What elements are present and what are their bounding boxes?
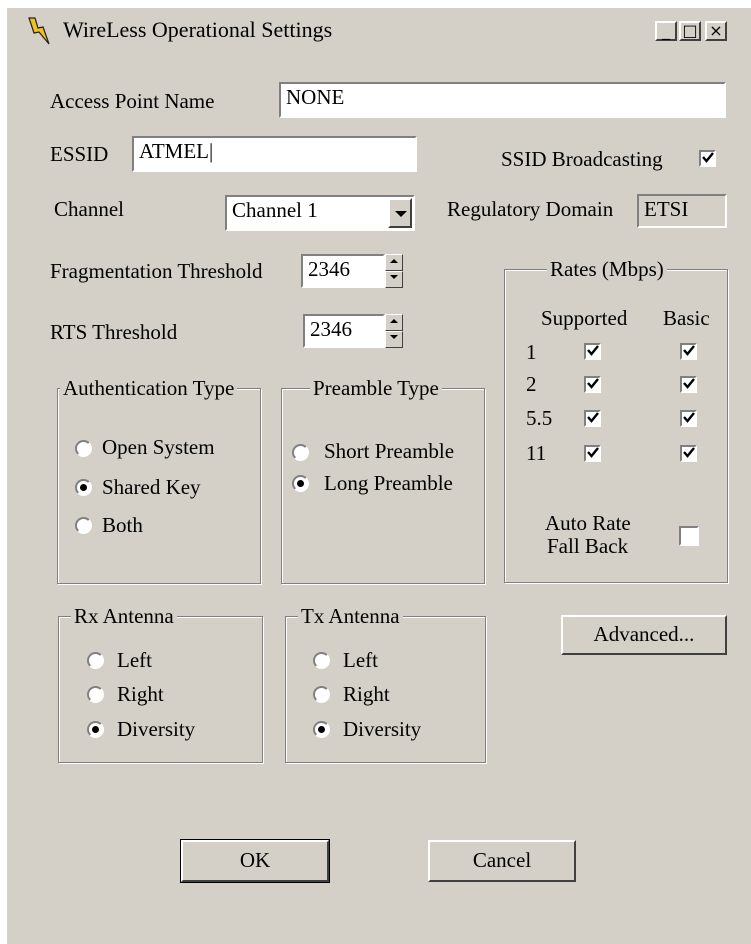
minimize-button[interactable]: _ xyxy=(655,21,677,41)
fragmentation-spin-up[interactable] xyxy=(385,254,403,271)
auth-option-label: Both xyxy=(102,513,143,537)
preamble-type-title: Preamble Type xyxy=(310,376,442,401)
checkmark-icon xyxy=(683,345,695,356)
lightning-icon xyxy=(28,17,50,45)
rts-spin-down[interactable] xyxy=(385,331,403,348)
rate-5-5-supported-checkbox[interactable] xyxy=(584,410,601,427)
rx-antenna-title: Rx Antenna xyxy=(71,604,177,629)
rate-2-basic-checkbox[interactable] xyxy=(680,376,697,393)
tx-option-label: Right xyxy=(343,682,390,706)
auth-option-label: Open System xyxy=(102,435,215,459)
access-point-name-input[interactable]: NONE xyxy=(279,82,726,118)
tx-left-radio[interactable] xyxy=(313,652,330,669)
regulatory-domain-field: ETSI xyxy=(637,194,727,228)
essid-input[interactable]: ATMEL| xyxy=(132,136,417,172)
title-bar[interactable]: WireLess Operational Settings _ □ × xyxy=(7,8,751,55)
arrow-up-icon xyxy=(390,319,398,323)
checkmark-icon xyxy=(587,447,599,458)
preamble-long-radio[interactable] xyxy=(292,475,309,492)
settings-dialog: WireLess Operational Settings _ □ × Acce… xyxy=(6,7,751,944)
essid-label: ESSID xyxy=(50,142,109,166)
maximize-button[interactable]: □ xyxy=(679,21,701,41)
checkmark-icon xyxy=(702,152,714,163)
radio-selected-dot xyxy=(318,726,325,733)
auto-rate-label-line1: Auto Rate xyxy=(545,511,631,535)
access-point-name-label: Access Point Name xyxy=(50,89,215,113)
regulatory-domain-label: Regulatory Domain xyxy=(447,197,614,221)
ok-button[interactable]: OK xyxy=(180,839,330,883)
supported-column-header: Supported xyxy=(541,306,628,330)
rate-label: 2 xyxy=(526,372,537,396)
cancel-button[interactable]: Cancel xyxy=(428,840,576,882)
rate-11-basic-checkbox[interactable] xyxy=(680,445,697,462)
auth-open-system-radio[interactable] xyxy=(75,440,92,457)
tx-option-label: Diversity xyxy=(343,717,422,741)
chevron-down-icon xyxy=(395,211,407,217)
channel-label: Channel xyxy=(54,197,124,221)
rx-option-label: Left xyxy=(117,648,152,672)
rate-label: 11 xyxy=(526,441,547,465)
auto-rate-label-line2: Fall Back xyxy=(547,534,629,558)
ssid-broadcasting-checkbox[interactable] xyxy=(699,150,716,167)
rts-threshold-label: RTS Threshold xyxy=(50,320,178,344)
checkmark-icon xyxy=(587,378,599,389)
basic-column-header: Basic xyxy=(663,306,710,330)
rts-threshold-input[interactable]: 2346 xyxy=(303,314,385,348)
rx-option-label: Right xyxy=(117,682,164,706)
fragmentation-threshold-label: Fragmentation Threshold xyxy=(50,259,263,283)
tx-option-label: Left xyxy=(343,648,378,672)
auth-option-label: Shared Key xyxy=(102,475,201,499)
rate-1-basic-checkbox[interactable] xyxy=(680,343,697,360)
checkmark-icon xyxy=(683,378,695,389)
preamble-short-radio[interactable] xyxy=(292,444,309,461)
tx-right-radio[interactable] xyxy=(313,686,330,703)
rates-group-title: Rates (Mbps) xyxy=(547,257,667,282)
rts-spin-up[interactable] xyxy=(385,314,403,331)
arrow-up-icon xyxy=(390,259,398,263)
auth-shared-key-radio[interactable] xyxy=(75,479,92,496)
rx-right-radio[interactable] xyxy=(87,686,104,703)
auth-both-radio[interactable] xyxy=(75,517,92,534)
advanced-button[interactable]: Advanced... xyxy=(561,615,727,655)
arrow-down-icon xyxy=(390,275,398,279)
arrow-down-icon xyxy=(390,335,398,339)
dropdown-arrow-button[interactable] xyxy=(388,198,412,228)
rx-diversity-radio[interactable] xyxy=(87,721,104,738)
rate-11-supported-checkbox[interactable] xyxy=(584,445,601,462)
rate-label: 5.5 xyxy=(526,406,553,430)
text-cursor: | xyxy=(209,139,214,163)
rate-2-supported-checkbox[interactable] xyxy=(584,376,601,393)
rx-option-label: Diversity xyxy=(117,717,196,741)
authentication-type-title: Authentication Type xyxy=(60,376,238,401)
tx-diversity-radio[interactable] xyxy=(313,721,330,738)
rx-left-radio[interactable] xyxy=(87,652,104,669)
ssid-broadcasting-label: SSID Broadcasting xyxy=(501,147,663,171)
radio-selected-dot xyxy=(80,484,87,491)
checkmark-icon xyxy=(587,412,599,423)
checkmark-icon xyxy=(587,345,599,356)
rate-5-5-basic-checkbox[interactable] xyxy=(680,410,697,427)
radio-selected-dot xyxy=(297,480,304,487)
fragmentation-spin-down[interactable] xyxy=(385,271,403,288)
checkmark-icon xyxy=(683,412,695,423)
radio-selected-dot xyxy=(92,726,99,733)
close-button[interactable]: × xyxy=(705,21,727,41)
rate-label: 1 xyxy=(526,340,537,364)
fragmentation-threshold-input[interactable]: 2346 xyxy=(301,254,385,288)
preamble-option-label: Short Preamble xyxy=(324,439,455,463)
window-title: WireLess Operational Settings xyxy=(63,17,333,42)
channel-selected-value: Channel 1 xyxy=(232,198,318,222)
rate-1-supported-checkbox[interactable] xyxy=(584,343,601,360)
preamble-option-label: Long Preamble xyxy=(324,471,453,495)
essid-value: ATMEL xyxy=(139,139,209,163)
channel-dropdown[interactable]: Channel 1 xyxy=(225,195,415,231)
auto-rate-fallback-checkbox[interactable] xyxy=(679,526,699,546)
checkmark-icon xyxy=(683,447,695,458)
tx-antenna-title: Tx Antenna xyxy=(298,604,403,629)
